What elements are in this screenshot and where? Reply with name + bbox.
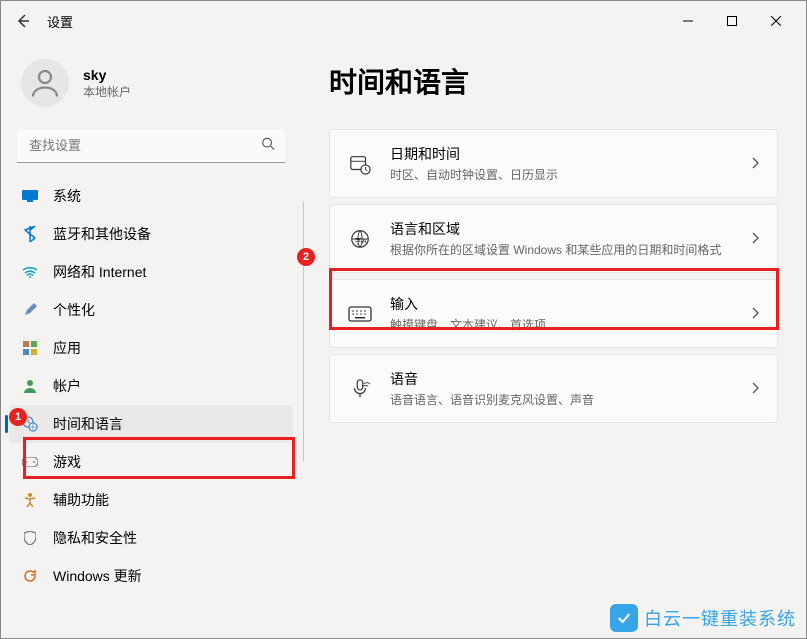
- card-title: 日期和时间: [390, 144, 751, 164]
- back-arrow-icon: [15, 13, 31, 29]
- settings-card-0[interactable]: 日期和时间 时区、自动时钟设置、日历显示: [329, 129, 778, 198]
- user-block[interactable]: sky 本地帐户: [1, 51, 301, 123]
- card-title: 语音: [390, 369, 751, 389]
- search-box[interactable]: [17, 129, 285, 163]
- sidebar-item-label: 隐私和安全性: [53, 528, 137, 548]
- chevron-right-icon: [751, 231, 759, 247]
- user-name: sky: [83, 67, 131, 83]
- minimize-button[interactable]: [666, 5, 710, 37]
- chevron-right-icon: [751, 381, 759, 397]
- accessibility-icon: [21, 491, 39, 509]
- page-title: 时间和语言: [329, 61, 778, 101]
- clock-globe-icon: [21, 415, 39, 433]
- sidebar-item-6[interactable]: 时间和语言: [9, 405, 293, 443]
- window-controls: [666, 5, 798, 37]
- card-subtitle: 触摸键盘、文本建议、首选项: [390, 316, 751, 333]
- close-button[interactable]: [754, 5, 798, 37]
- sidebar-item-label: 系统: [53, 186, 81, 206]
- card-subtitle: 根据你所在的区域设置 Windows 和某些应用的日期和时间格式: [390, 241, 751, 258]
- bluetooth-icon: [21, 225, 39, 243]
- sidebar-item-10[interactable]: Windows 更新: [9, 557, 293, 595]
- sidebar-item-1[interactable]: 蓝牙和其他设备: [9, 215, 293, 253]
- svg-text:字A: 字A: [355, 236, 367, 245]
- window-title: 设置: [47, 12, 73, 31]
- display-icon: [21, 187, 39, 205]
- sidebar-item-label: 帐户: [53, 376, 81, 396]
- update-icon: [21, 567, 39, 585]
- globe-text-icon: 字A: [348, 227, 372, 251]
- sidebar-item-8[interactable]: 辅助功能: [9, 481, 293, 519]
- user-account-type: 本地帐户: [83, 83, 131, 100]
- gamepad-icon: [21, 453, 39, 471]
- chevron-right-icon: [751, 306, 759, 322]
- brush-icon: [21, 301, 39, 319]
- sidebar-item-label: Windows 更新: [53, 566, 142, 586]
- settings-card-3[interactable]: 语音 语音语言、语音识别麦克风设置、声音: [329, 354, 778, 423]
- person-icon: [27, 65, 63, 101]
- watermark-logo-icon: [610, 604, 638, 632]
- wifi-icon: [21, 263, 39, 281]
- card-subtitle: 语音语言、语音识别麦克风设置、声音: [390, 391, 751, 408]
- sidebar-item-label: 网络和 Internet: [53, 262, 146, 282]
- sidebar-item-label: 时间和语言: [53, 414, 123, 434]
- main-content: 时间和语言 日期和时间 时区、自动时钟设置、日历显示 字A 语言和区域 根据你所…: [301, 41, 806, 638]
- card-subtitle: 时区、自动时钟设置、日历显示: [390, 166, 751, 183]
- chevron-right-icon: [751, 156, 759, 172]
- avatar: [21, 59, 69, 107]
- sidebar-item-0[interactable]: 系统: [9, 177, 293, 215]
- settings-card-1[interactable]: 字A 语言和区域 根据你所在的区域设置 Windows 和某些应用的日期和时间格…: [329, 204, 778, 273]
- shield-icon: [21, 529, 39, 547]
- sidebar-item-label: 个性化: [53, 300, 95, 320]
- nav-list: 系统蓝牙和其他设备网络和 Internet 个性化应用帐户时间和语言游戏辅助功能隐…: [1, 177, 301, 595]
- sidebar-item-2[interactable]: 网络和 Internet: [9, 253, 293, 291]
- back-button[interactable]: [9, 7, 37, 35]
- sidebar-item-7[interactable]: 游戏: [9, 443, 293, 481]
- watermark: 白云一键重装系统: [610, 604, 796, 632]
- apps-icon: [21, 339, 39, 357]
- search-input[interactable]: [17, 129, 285, 163]
- sidebar-item-label: 蓝牙和其他设备: [53, 224, 151, 244]
- card-title: 语言和区域: [390, 219, 751, 239]
- sidebar-item-3[interactable]: 个性化: [9, 291, 293, 329]
- sidebar: sky 本地帐户 系统蓝牙和其他设备网络和 Internet 个性化应用帐户时间和…: [1, 41, 301, 638]
- calendar-clock-icon: [348, 152, 372, 176]
- maximize-button[interactable]: [710, 5, 754, 37]
- sidebar-item-4[interactable]: 应用: [9, 329, 293, 367]
- card-title: 输入: [390, 294, 751, 314]
- settings-card-2[interactable]: 输入 触摸键盘、文本建议、首选项: [329, 279, 778, 348]
- titlebar: 设置: [1, 1, 806, 41]
- sidebar-item-5[interactable]: 帐户: [9, 367, 293, 405]
- mic-icon: [348, 377, 372, 401]
- keyboard-icon: [348, 302, 372, 326]
- sidebar-item-label: 应用: [53, 338, 81, 358]
- sidebar-item-label: 辅助功能: [53, 490, 109, 510]
- sidebar-item-label: 游戏: [53, 452, 81, 472]
- search-icon: [261, 137, 275, 156]
- sidebar-item-9[interactable]: 隐私和安全性: [9, 519, 293, 557]
- person-icon: [21, 377, 39, 395]
- watermark-text: 白云一键重装系统: [644, 605, 796, 631]
